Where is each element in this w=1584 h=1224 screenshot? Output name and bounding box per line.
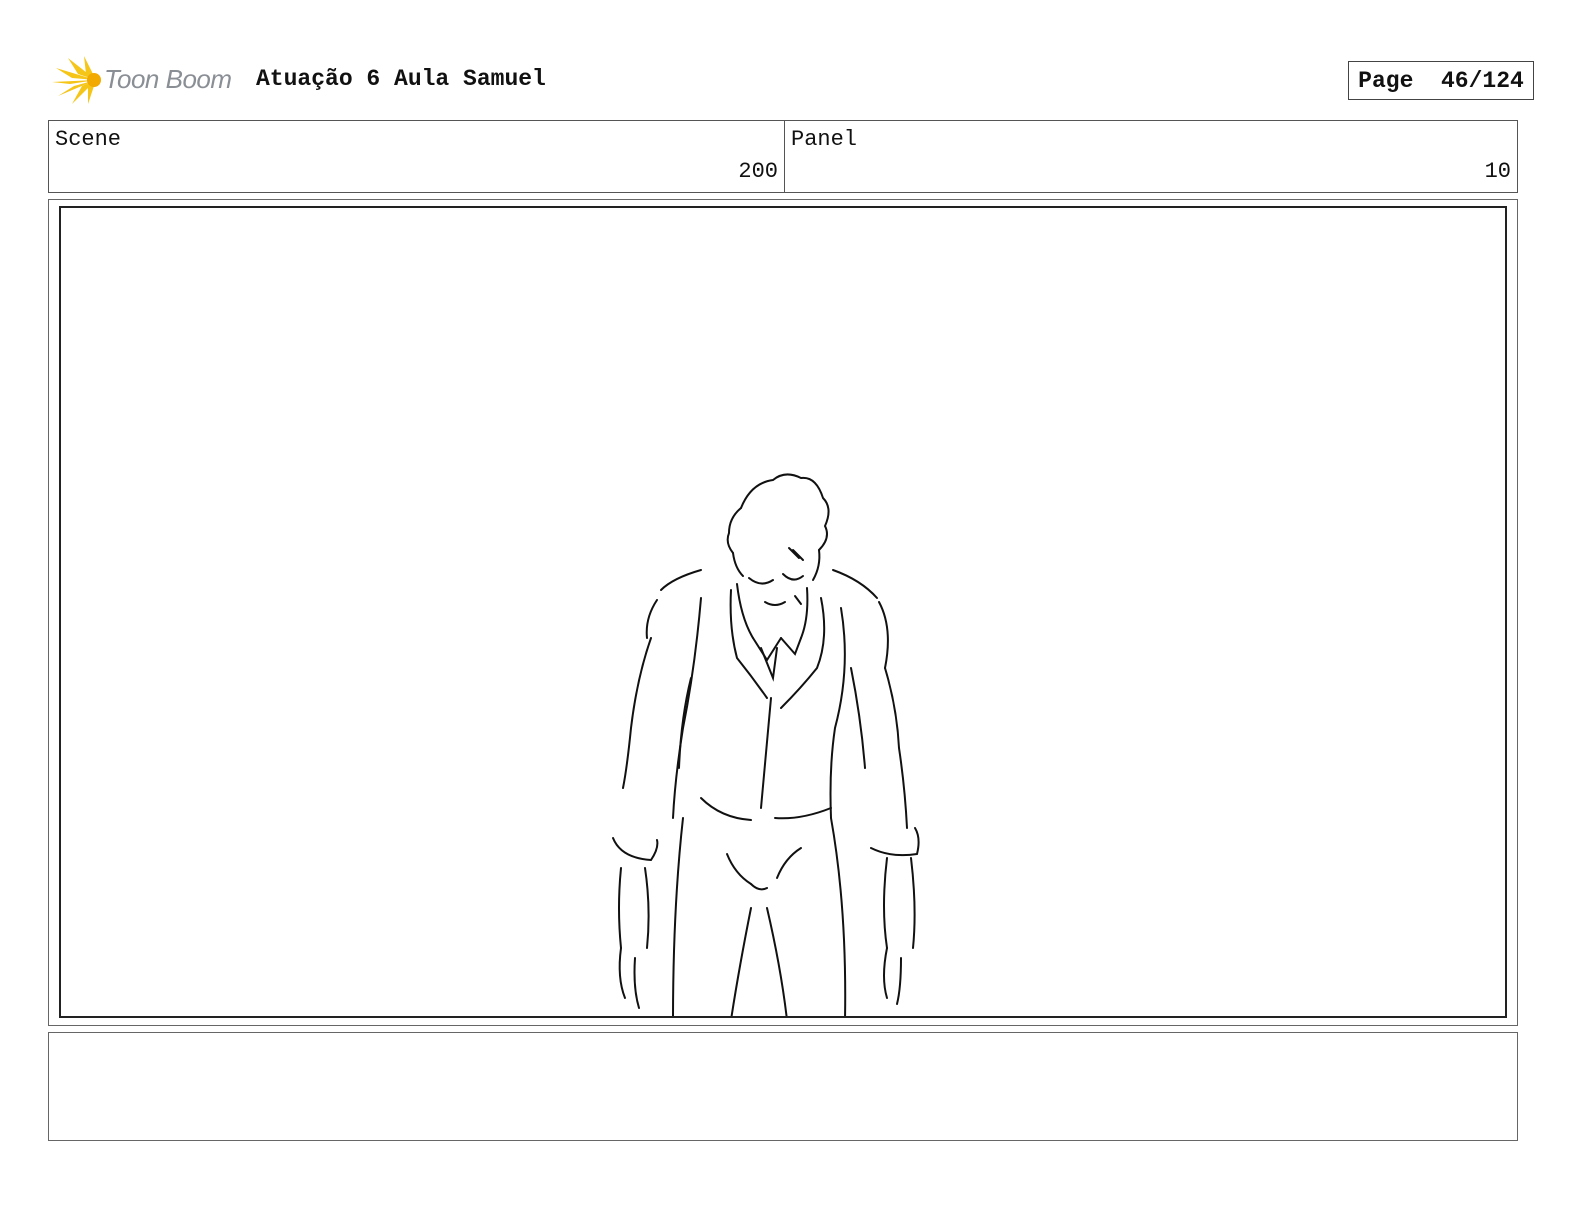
logo-wordmark: Toon Boom [104,64,232,94]
panel-label: Panel [791,127,858,152]
character-sketch [612,473,920,1016]
page-label: Page [1358,67,1414,94]
panel-notes-box [48,1032,1518,1141]
scene-value: 200 [738,159,778,184]
panel-drawing-frame [59,206,1507,1018]
scene-cell: Scene 200 [49,121,785,192]
starburst-icon [52,56,101,104]
storyboard-header: Toon Boom Atuação 6 Aula Samuel Page 46/… [52,54,1534,106]
panel-cell: Panel 10 [785,121,1517,192]
scene-panel-info: Scene 200 Panel 10 [48,120,1518,193]
scene-label: Scene [55,127,122,152]
page-indicator: Page 46/124 [1348,61,1534,100]
toon-boom-logo: Toon Boom [52,54,242,106]
project-title: Atuação 6 Aula Samuel [256,66,546,92]
page-number: 46/124 [1441,67,1524,94]
panel-value: 10 [1484,159,1511,184]
